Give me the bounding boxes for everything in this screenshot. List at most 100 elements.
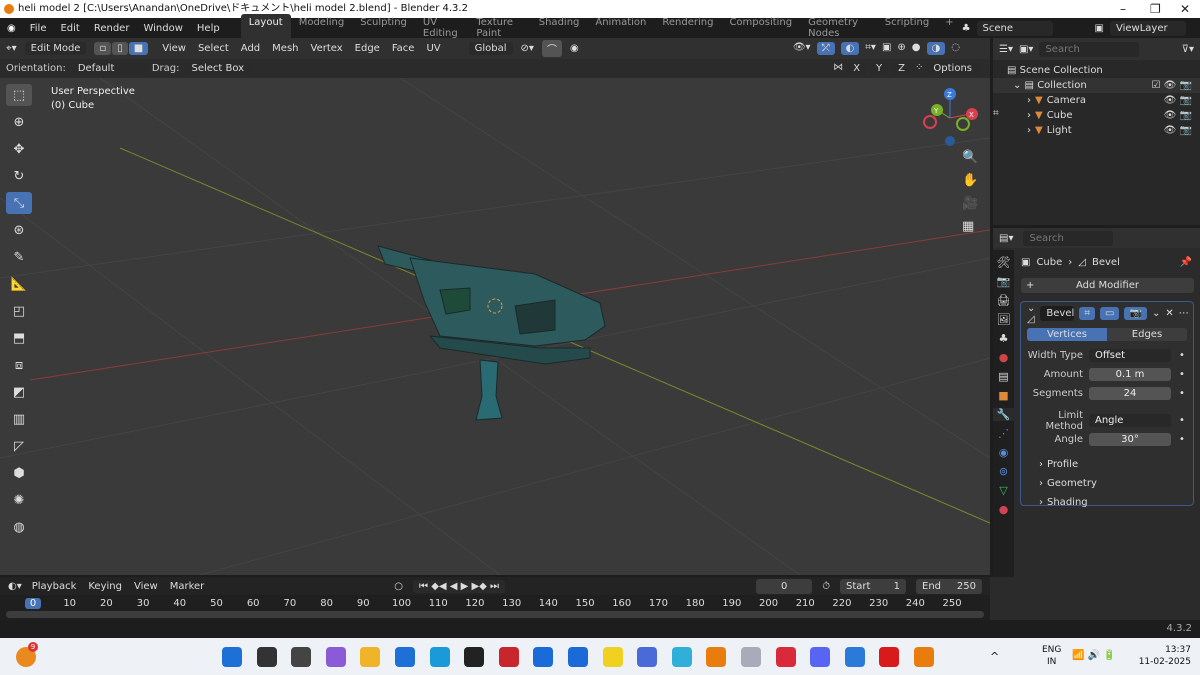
overlay-toggle-icon[interactable]: ◐ xyxy=(840,42,860,55)
wireframe-shading-icon[interactable]: ⊕ xyxy=(897,42,905,55)
select-box-tool-icon[interactable]: ⬚ xyxy=(6,84,32,106)
subpanel-shading[interactable]: › Shading xyxy=(1027,493,1187,512)
loop-cut-tool-icon[interactable]: ▥ xyxy=(6,408,32,430)
viewport-menu-select[interactable]: Select xyxy=(198,43,229,54)
world-tab-icon[interactable]: ● xyxy=(999,351,1009,364)
render-display-icon[interactable]: 📷 xyxy=(1124,307,1147,320)
smooth-tool-icon[interactable]: ◍ xyxy=(6,516,32,538)
photos-taskbar-icon[interactable] xyxy=(844,647,865,667)
mcafee-taskbar-icon[interactable] xyxy=(498,647,519,667)
keyframe-dot[interactable]: • xyxy=(1179,415,1185,426)
visibility-icon[interactable]: 👁▾ xyxy=(793,42,811,55)
start-taskbar-icon[interactable] xyxy=(222,647,242,667)
viewport-menu-add[interactable]: Add xyxy=(241,43,260,54)
data-tab-icon[interactable]: ▽ xyxy=(999,484,1007,497)
maximize-button[interactable]: ❐ xyxy=(1150,0,1161,18)
knife-tool-icon[interactable]: ◸ xyxy=(6,435,32,457)
subpanel-geometry[interactable]: › Geometry xyxy=(1027,474,1187,493)
viewport-menu-mesh[interactable]: Mesh xyxy=(272,43,298,54)
scene-icon[interactable]: ♣ xyxy=(962,23,971,34)
camera-view-icon[interactable]: 🎥 xyxy=(962,196,978,211)
editor-type-icon[interactable]: ⌖▾ xyxy=(6,43,17,54)
minimize-button[interactable]: – xyxy=(1120,0,1126,18)
outliner-item[interactable]: › ▼ Cube 👁 📷 xyxy=(993,108,1200,123)
viewport-menu-uv[interactable]: UV xyxy=(426,43,440,54)
rotate-tool-icon[interactable]: ↻ xyxy=(6,165,32,187)
copilot-taskbar-icon[interactable] xyxy=(325,647,346,667)
scene-collection-item[interactable]: Scene Collection xyxy=(1020,65,1103,76)
pin-icon[interactable]: 📌 xyxy=(1180,257,1200,268)
stopwatch-icon[interactable]: ⏱ xyxy=(822,581,830,592)
app-cloud-taskbar-icon[interactable] xyxy=(741,647,761,667)
view-layer-tab-icon[interactable]: 🖼 xyxy=(997,313,1011,326)
render-tab-icon[interactable]: 📷 xyxy=(997,275,1011,288)
timeline-editor-icon[interactable]: ◐▾ xyxy=(8,581,22,592)
edit-mode-display-icon[interactable]: ⌗ xyxy=(1079,307,1096,320)
outliner-item[interactable]: › ▼ Light 👁 📷 xyxy=(993,123,1200,138)
measure-tool-icon[interactable]: 📐 xyxy=(6,273,32,295)
timeline-menu-keying[interactable]: Keying xyxy=(88,581,122,592)
annotate-tool-icon[interactable]: ✎ xyxy=(6,246,32,268)
rendered-shading-icon[interactable]: ◌ xyxy=(951,42,960,55)
mesh-edit-overlay-icon[interactable]: ⌗▾ xyxy=(865,42,876,55)
ortho-grid-icon[interactable]: ▦ xyxy=(962,219,978,234)
close-button[interactable]: ✕ xyxy=(1180,0,1190,18)
recorder-taskbar-icon[interactable] xyxy=(879,647,900,667)
frame-ruler[interactable]: 0 10 20 30 40 50 60 70 80 90 100 110 120 130 140 150 160… xyxy=(0,595,990,611)
collection-tab-icon[interactable]: ▤ xyxy=(998,370,1008,383)
amount-field[interactable]: 0.1 m xyxy=(1089,368,1171,381)
discord-taskbar-icon[interactable] xyxy=(810,647,831,667)
drag-dropdown[interactable]: Select Box xyxy=(185,62,251,75)
viewport-menu-view[interactable]: View xyxy=(162,43,186,54)
outliner-search-input[interactable]: Search xyxy=(1039,41,1140,57)
app-q-taskbar-icon[interactable] xyxy=(671,647,692,667)
end-frame-field[interactable]: End 250 xyxy=(916,578,982,594)
viewport-display-icon[interactable]: ▭ xyxy=(1100,307,1120,320)
inset-tool-icon[interactable]: ⧈ xyxy=(6,354,32,376)
face-select-button[interactable]: ■ xyxy=(128,42,149,55)
angle-field[interactable]: 30° xyxy=(1089,433,1171,446)
flight-taskbar-icon[interactable] xyxy=(602,647,623,667)
material-shading-icon[interactable]: ◑ xyxy=(926,42,946,55)
move-tool-icon[interactable]: ✥ xyxy=(6,138,32,160)
xray-icon[interactable]: ▣ xyxy=(882,42,891,55)
solid-shading-icon[interactable]: ● xyxy=(912,42,921,55)
mirror-z-toggle[interactable]: Z xyxy=(892,62,912,75)
edit-mode-toggle-icon[interactable]: ⌗ xyxy=(993,108,999,119)
spin-tool-icon[interactable]: ✺ xyxy=(6,489,32,511)
collapse-icon[interactable]: ⌄ ◿ xyxy=(1027,303,1035,325)
add-modifier-button[interactable]: + Add Modifier xyxy=(1021,278,1194,293)
network-volume-battery-icons[interactable]: 📶 🔊 🔋 xyxy=(1072,650,1116,661)
display-mode-icon[interactable]: ☰▾ xyxy=(999,44,1013,55)
auto-keying-icon[interactable]: ○ xyxy=(394,581,403,592)
modifier-tab-icon[interactable]: 🔧 xyxy=(993,408,1014,421)
search-taskbar-icon[interactable] xyxy=(256,647,277,667)
mirror-y-toggle[interactable]: Y xyxy=(870,62,889,75)
blender-taskbar-icon[interactable] xyxy=(706,647,727,667)
3d-viewport[interactable]: Z X Y User Perspective (0) Cube 🔍 ✋ 🎥 ▦ xyxy=(0,78,990,575)
transform-orientation-dropdown[interactable]: Global xyxy=(468,42,513,55)
scale-tool-icon[interactable]: ⤡ xyxy=(6,192,32,214)
keyframe-dot[interactable]: • xyxy=(1179,369,1185,380)
vertex-select-button[interactable]: ▫ xyxy=(94,42,112,55)
snap-icon[interactable]: ⌒ xyxy=(541,40,562,57)
store-taskbar-icon[interactable] xyxy=(395,647,415,667)
remove-modifier-icon[interactable]: ✕ xyxy=(1165,308,1173,319)
timeline-menu-marker[interactable]: Marker xyxy=(170,581,205,592)
menu-file[interactable]: File xyxy=(23,23,54,34)
width-type-field[interactable]: Offset xyxy=(1089,349,1171,362)
edge-select-button[interactable]: ▯ xyxy=(112,42,128,55)
drag-handle-icon[interactable]: ⋯ xyxy=(1179,308,1189,319)
menu-render[interactable]: Render xyxy=(87,23,137,34)
award-taskbar-icon[interactable] xyxy=(637,647,658,667)
remote-taskbar-icon[interactable] xyxy=(568,647,588,667)
cursor-tool-icon[interactable]: ⊕ xyxy=(6,111,32,133)
visibility-controls[interactable]: 👁 📷 xyxy=(1164,110,1200,121)
collection-controls[interactable]: ☑ 👁 📷 xyxy=(1152,80,1200,91)
playback-controls[interactable]: ⏮ ◆◀ ◀ ▶ ▶◆ ⏭ xyxy=(413,579,506,593)
collection-item[interactable]: Collection xyxy=(1037,80,1086,91)
view-layer-icon[interactable]: ▣ xyxy=(1095,23,1104,34)
task-view-taskbar-icon[interactable] xyxy=(291,647,312,667)
timeline-menu-playback[interactable]: Playback xyxy=(32,581,77,592)
scene-selector[interactable]: Scene xyxy=(976,20,1053,36)
